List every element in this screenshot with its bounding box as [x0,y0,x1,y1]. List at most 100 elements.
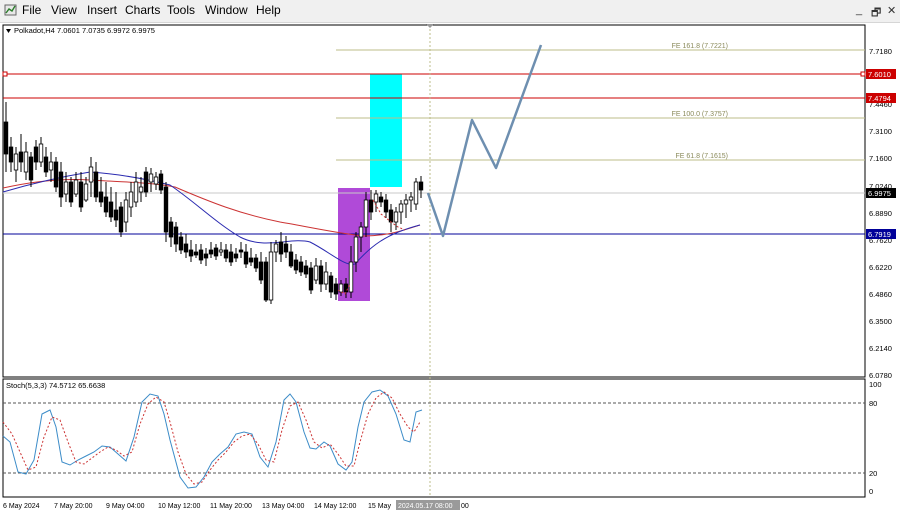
candle-body [48,161,54,171]
stoch-tick: 100 [869,380,882,389]
level-tag-upper-text: 7.6010 [868,70,891,79]
candle-body [158,173,164,191]
candle-body [388,209,394,223]
line-handle-left[interactable] [2,71,8,77]
restore-icon[interactable]: 🗗 [871,4,881,23]
time-tick: 9 May 04:00 [106,503,145,510]
candle-body [38,143,44,163]
candle-body [33,146,39,163]
candle-body [88,166,94,183]
menu-window[interactable]: Window [205,3,248,17]
time-tick: 15 May [368,503,391,510]
chart-window[interactable]: FE 161.8 (7.7221) FE 100.0 (7.3757) FE 6… [0,22,900,517]
candle-body [413,181,419,205]
time-tick: 10 May 12:00 [158,503,201,510]
candle-body [43,156,49,173]
time-axis: 6 May 2024 7 May 20:00 9 May 04:00 10 Ma… [3,500,469,510]
candle-body [83,183,89,201]
candle-body [383,199,389,213]
fibo-label-100: FE 100.0 (7.3757) [672,111,728,118]
candle-body [28,156,34,181]
candle-body [358,226,364,238]
candle-body [283,243,289,253]
candle-body [403,199,409,205]
candle-body [238,249,244,253]
candle-body [128,191,134,208]
candle-body [253,257,259,269]
price-tick: 6.4860 [869,290,892,299]
menu-file[interactable]: File [22,3,41,17]
price-tick: 6.2140 [869,344,892,353]
price-tick: 6.8890 [869,209,892,218]
price-tick: 6.6220 [869,263,892,272]
candle-body [378,196,384,203]
time-cursor-tag-text: 2024.05.17 08:00 [398,503,453,510]
candle-body [78,181,84,208]
candle-body [183,243,189,253]
candle-body [53,161,59,188]
candle-body [228,251,234,263]
candle-body [188,249,194,257]
candle-body [148,173,154,183]
candle-body [393,211,399,223]
candle-body [258,261,264,281]
candle-body [343,283,349,293]
candle-body [138,186,144,193]
candle-body [233,253,239,259]
candle-body [288,251,294,267]
candle-body [178,236,184,251]
symbol-info: Polkadot,H4 7.0601 7.0735 6.9972 6.9975 [14,26,155,35]
fibo-label-161: FE 161.8 (7.7221) [672,43,728,50]
candle-body [23,151,29,173]
candle-body [323,271,329,285]
candle-body [113,209,119,221]
price-tick: 6.0780 [869,371,892,380]
candle-body [98,191,104,203]
candle-body [3,121,9,155]
menu-insert[interactable]: Insert [87,3,117,17]
candle-body [198,249,204,261]
app-icon[interactable] [4,3,18,17]
time-tick: 7 May 20:00 [54,503,93,510]
stoch-tick: 80 [869,399,877,408]
candle-body [298,261,304,273]
time-tick: 11 May 20:00 [210,503,252,510]
menu-charts[interactable]: Charts [125,3,160,17]
candle-body [123,199,129,223]
candle-body [108,201,114,218]
menu-bar: File View Insert Charts Tools Window Hel… [0,0,900,23]
candle-body [398,203,404,213]
candle-body [268,251,274,301]
price-chart[interactable]: FE 161.8 (7.7221) FE 100.0 (7.3757) FE 6… [0,22,900,517]
menu-tools[interactable]: Tools [167,3,195,17]
candle-body [348,261,354,293]
candle-body [313,265,319,281]
time-tick: 6 May 2024 [3,503,40,510]
candle-body [278,241,284,255]
candle-body [163,186,169,233]
candle-body [58,171,64,198]
bullish-target-box [370,74,402,187]
candle-body [303,265,309,275]
candle-body [308,267,314,291]
candle-body [243,251,249,265]
candle-body [103,196,109,213]
candle-body [318,265,324,285]
stoch-tick: 20 [869,469,877,478]
candle-body [328,275,334,293]
candle-body [153,176,159,185]
candle-body [173,226,179,245]
stoch-info: Stoch(5,3,3) 74.5712 65.6638 [6,381,105,390]
candle-body [93,171,99,198]
line-handle-right[interactable] [860,71,866,77]
candle-body [333,283,339,295]
close-icon[interactable]: ✕ [887,4,896,17]
candle-body [8,146,14,163]
menu-help[interactable]: Help [256,3,281,17]
menu-view[interactable]: View [51,3,77,17]
minimize-icon[interactable]: _ [856,4,862,16]
current-price-tag-text: 6.9975 [868,189,891,198]
price-tick: 7.1600 [869,154,892,163]
price-tick: 7.3100 [869,127,892,136]
candle-body [193,251,199,256]
